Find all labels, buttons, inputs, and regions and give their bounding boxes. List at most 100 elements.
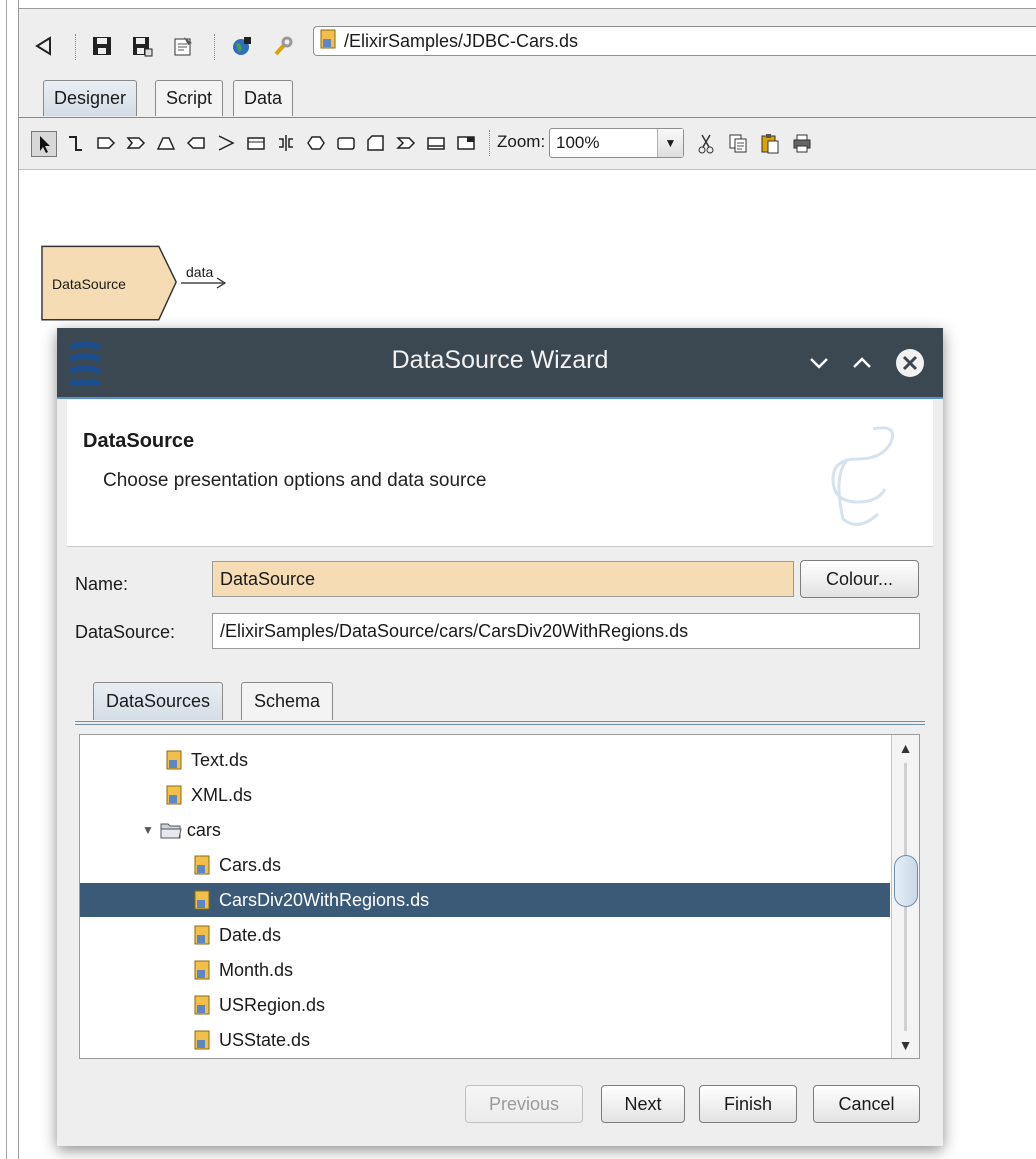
- datasource-file-icon: [192, 889, 214, 911]
- datasource-file-icon: [192, 1029, 214, 1051]
- zoom-label: Zoom:: [497, 132, 546, 151]
- close-icon[interactable]: [895, 348, 925, 378]
- output-shape-icon[interactable]: [455, 132, 477, 154]
- cancel-button[interactable]: Cancel: [813, 1085, 920, 1123]
- tree-scrollbar[interactable]: ▲ ▼: [891, 735, 919, 1058]
- previous-button[interactable]: Previous: [465, 1085, 583, 1123]
- datasource-label: DataSource:: [75, 622, 176, 642]
- datasource-file-icon: [164, 749, 186, 771]
- tree-item-label: Cars.ds: [219, 854, 282, 875]
- maximize-icon[interactable]: [847, 348, 877, 378]
- sort-shape-icon[interactable]: [245, 132, 267, 154]
- designer-toolbar: Zoom: 100% ▼: [19, 118, 1036, 170]
- tree-item-label: Date.ds: [219, 924, 282, 945]
- name-field[interactable]: DataSource: [212, 561, 794, 597]
- tab-designer[interactable]: Designer: [43, 80, 138, 116]
- tree-item-label: USRegion.ds: [219, 994, 326, 1015]
- datasource-shape-icon[interactable]: [95, 132, 117, 154]
- finish-button[interactable]: Finish: [699, 1085, 797, 1123]
- wizard-header: DataSource Choose presentation options a…: [67, 400, 933, 546]
- toolbar-separator: [489, 130, 490, 156]
- properties-icon[interactable]: [172, 35, 194, 57]
- back-icon[interactable]: [33, 35, 55, 57]
- wizard-step-subtitle: Choose presentation options and data sou…: [103, 470, 487, 491]
- zoom-select[interactable]: 100% ▼: [549, 128, 684, 158]
- file-path-text: /ElixirSamples/JDBC-Cars.ds: [344, 30, 579, 51]
- select-tool-icon[interactable]: [31, 131, 57, 157]
- tree-item-label: CarsDiv20WithRegions.ds: [219, 889, 430, 910]
- scrollbar-thumb[interactable]: [894, 855, 918, 907]
- expanded-arrow-icon[interactable]: ▼: [142, 823, 154, 837]
- wizard-step-title: DataSource: [83, 430, 195, 452]
- tree-item-date-ds[interactable]: Date.ds: [80, 918, 890, 952]
- tab-underline: [75, 721, 925, 725]
- filter-shape-icon[interactable]: [155, 132, 177, 154]
- tab-schema[interactable]: Schema: [241, 682, 334, 720]
- app-window: /ElixirSamples/JDBC-Cars.ds Designer Scr…: [0, 0, 1036, 1159]
- colour-button[interactable]: Colour...: [800, 560, 919, 598]
- dialog-title-bar[interactable]: DataSource Wizard: [57, 328, 943, 397]
- datasource-file-icon: [192, 854, 214, 876]
- tree-item-label: cars: [186, 819, 221, 840]
- tree-item-xml-ds[interactable]: XML.ds: [80, 778, 890, 812]
- input-shape-icon[interactable]: [185, 132, 207, 154]
- branch-shape-icon[interactable]: [215, 132, 237, 154]
- tree-item-label: USState.ds: [219, 1029, 311, 1050]
- hexagon-shape-icon[interactable]: [305, 132, 327, 154]
- paste-icon[interactable]: [759, 132, 781, 154]
- elixir-watermark-logo: [831, 426, 894, 526]
- datasource-path-field[interactable]: /ElixirSamples/DataSource/cars/CarsDiv20…: [212, 613, 920, 649]
- document-shape-icon[interactable]: [365, 132, 387, 154]
- save-as-icon[interactable]: [131, 35, 153, 57]
- datasource-wizard-dialog: DataSource Wizard DataSource Choose pres…: [57, 328, 943, 1146]
- window-edge: [6, 0, 7, 1159]
- datasource-file-icon: [192, 994, 214, 1016]
- datasource-file-icon: [320, 29, 338, 54]
- chevron-shape-icon[interactable]: [395, 132, 417, 154]
- main-toolbar: /ElixirSamples/JDBC-Cars.ds: [19, 9, 1036, 72]
- tree-item-usregion-ds[interactable]: USRegion.ds: [80, 988, 890, 1022]
- save-icon[interactable]: [91, 35, 113, 57]
- scroll-up-icon[interactable]: ▲: [892, 735, 919, 761]
- toolbar-separator: [75, 34, 76, 60]
- copy-icon[interactable]: [727, 132, 749, 154]
- tree-item-label: Text.ds: [191, 749, 249, 770]
- tray-shape-icon[interactable]: [425, 132, 447, 154]
- datasource-file-icon: [192, 924, 214, 946]
- tree-item-usstate-ds[interactable]: USState.ds: [80, 1023, 890, 1057]
- tab-data[interactable]: Data: [233, 80, 294, 116]
- tree-item-cars-ds[interactable]: Cars.ds: [80, 848, 890, 882]
- zoom-value: 100%: [556, 133, 600, 152]
- title-accent-line: [57, 397, 943, 399]
- datasource-file-icon: [192, 959, 214, 981]
- header-divider: [67, 546, 933, 547]
- cut-icon[interactable]: [695, 132, 717, 154]
- tree-item-label: Month.ds: [219, 959, 294, 980]
- file-path-field[interactable]: /ElixirSamples/JDBC-Cars.ds: [313, 26, 1036, 56]
- toolbar-separator: [214, 34, 215, 60]
- chevron-down-icon[interactable]: ▼: [657, 129, 683, 157]
- tab-datasources[interactable]: DataSources: [93, 682, 224, 720]
- join-shape-icon[interactable]: [275, 132, 297, 154]
- scroll-down-icon[interactable]: ▼: [892, 1032, 919, 1058]
- tree-item-month-ds[interactable]: Month.ds: [80, 953, 890, 987]
- cache-shape-icon[interactable]: [335, 132, 357, 154]
- tab-script[interactable]: Script: [155, 80, 224, 116]
- tree-item-text-ds[interactable]: Text.ds: [80, 743, 890, 777]
- folder-open-icon: [160, 819, 182, 841]
- next-button[interactable]: Next: [601, 1085, 685, 1123]
- tree-item-label: XML.ds: [191, 784, 253, 805]
- name-label: Name:: [75, 574, 129, 594]
- print-icon[interactable]: [791, 132, 813, 154]
- connector-tool-icon[interactable]: [65, 132, 87, 154]
- arrow-icon: [181, 277, 227, 289]
- wrench-icon[interactable]: [272, 35, 294, 57]
- processor-shape-icon[interactable]: [125, 132, 147, 154]
- tree-item-cars-folder[interactable]: ▼ cars: [80, 813, 890, 847]
- globe-icon[interactable]: [231, 35, 253, 57]
- datasource-node-label: DataSource: [52, 276, 126, 292]
- minimize-icon[interactable]: [804, 348, 834, 378]
- datasource-tree[interactable]: Text.ds XML.ds ▼ cars Cars.ds CarsDiv20W…: [79, 734, 920, 1059]
- tree-item-carsdiv20withregions-ds[interactable]: CarsDiv20WithRegions.ds: [80, 883, 890, 917]
- editor-tab-bar: Designer Script Data: [19, 72, 1036, 118]
